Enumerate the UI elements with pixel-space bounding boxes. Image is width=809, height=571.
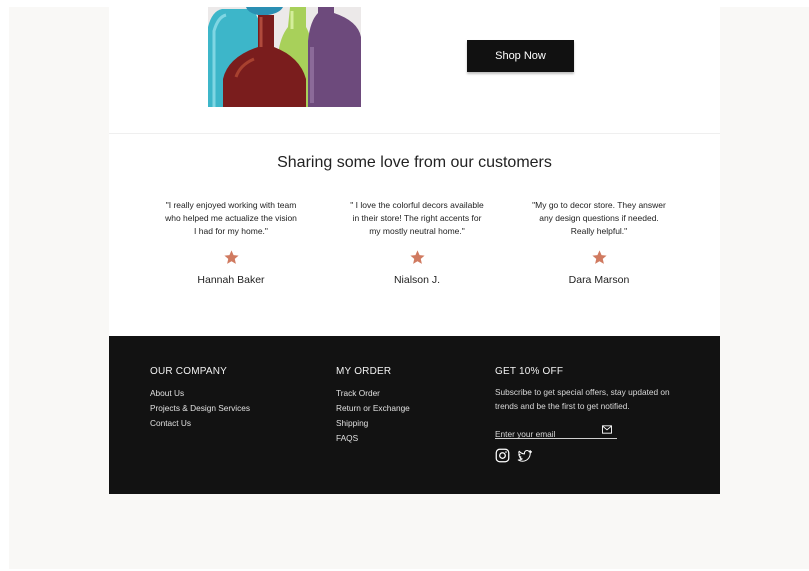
quote-line: "I really enjoyed working with team: [165, 200, 297, 210]
testimonial-quote: "My go to decor store. They answer any d…: [524, 199, 674, 239]
quote-line: "My go to decor store. They answer: [532, 200, 666, 210]
mail-icon[interactable]: [602, 425, 612, 434]
product-image-bottles: [208, 7, 361, 107]
testimonial-quote: " I love the colorful decors available i…: [342, 199, 492, 239]
footer-order-column: MY ORDER Track Order Return or Exchange …: [336, 366, 410, 446]
testimonial-quote: "I really enjoyed working with team who …: [156, 199, 306, 239]
email-field-wrapper: [495, 424, 617, 441]
testimonial-card: "My go to decor store. They answer any d…: [524, 199, 674, 286]
footer-company-column: OUR COMPANY About Us Projects & Design S…: [150, 366, 250, 431]
quote-line: " I love the colorful decors available: [350, 200, 484, 210]
social-links: [495, 448, 685, 463]
email-input[interactable]: [495, 427, 595, 441]
footer-link-return-exchange[interactable]: Return or Exchange: [336, 401, 410, 416]
quote-line: I had for my home.": [194, 226, 268, 237]
footer-link-about-us[interactable]: About Us: [150, 386, 250, 401]
footer-order-heading: MY ORDER: [336, 366, 392, 377]
testimonials-title: Sharing some love from our customers: [277, 154, 552, 171]
quote-line: any design questions if needed.: [539, 213, 659, 224]
footer-newsletter-column: GET 10% OFF Subscribe to get special off…: [495, 366, 685, 463]
footer-link-contact-us[interactable]: Contact Us: [150, 416, 250, 431]
testimonial-author: Dara Marson: [568, 273, 630, 286]
testimonial-card: "I really enjoyed working with team who …: [156, 199, 306, 286]
newsletter-description-line: Subscribe to get special offers, stay up…: [495, 387, 670, 397]
site-footer: OUR COMPANY About Us Projects & Design S…: [109, 336, 720, 494]
star-icon: [223, 250, 239, 264]
newsletter-description: Subscribe to get special offers, stay up…: [495, 386, 685, 413]
testimonial-card: " I love the colorful decors available i…: [342, 199, 492, 286]
footer-link-faqs[interactable]: FAQS: [336, 431, 410, 446]
instagram-icon[interactable]: [495, 448, 510, 463]
star-icon: [409, 250, 425, 264]
quote-line: Really helpful.": [570, 226, 628, 237]
newsletter-description-line: trends and be the first to get notified.: [495, 400, 630, 411]
testimonial-author: Nialson J.: [393, 273, 441, 286]
quote-line: my mostly neutral home.": [369, 226, 465, 237]
quote-line: who helped me actualize the vision: [165, 213, 297, 224]
footer-link-projects-design[interactable]: Projects & Design Services: [150, 401, 250, 416]
quote-line: in their store! The right accents for: [352, 213, 482, 224]
testimonial-author: Hannah Baker: [197, 273, 265, 286]
shop-now-button[interactable]: Shop Now: [467, 40, 574, 72]
star-icon: [591, 250, 607, 264]
footer-link-shipping[interactable]: Shipping: [336, 416, 410, 431]
twitter-icon[interactable]: [517, 448, 532, 463]
section-divider: [109, 133, 720, 134]
footer-company-heading: OUR COMPANY: [150, 366, 228, 377]
footer-link-track-order[interactable]: Track Order: [336, 386, 410, 401]
footer-newsletter-heading: GET 10% OFF: [495, 366, 564, 377]
bottles-illustration: [208, 7, 361, 107]
